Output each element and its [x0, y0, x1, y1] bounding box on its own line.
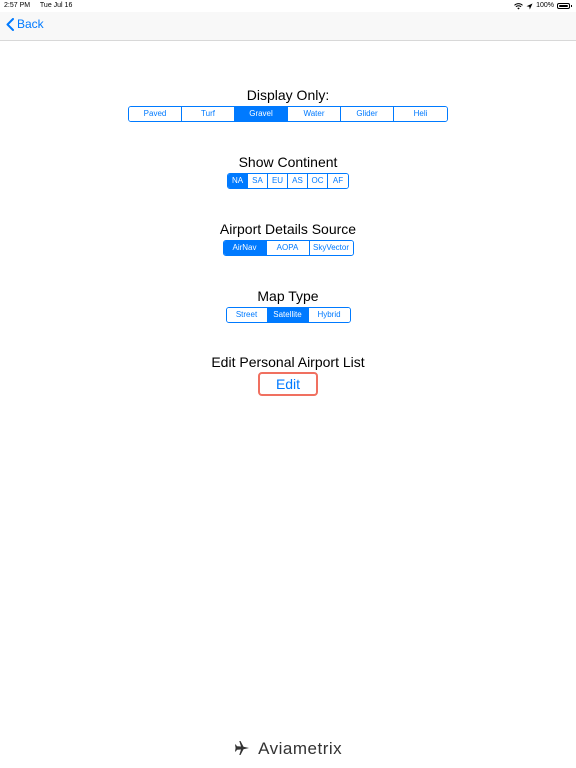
- segment-heli[interactable]: Heli: [394, 107, 447, 121]
- battery-icon: [557, 3, 572, 9]
- location-arrow-icon: [526, 3, 533, 9]
- airplane-icon: [234, 741, 249, 755]
- segment-na[interactable]: NA: [228, 174, 248, 188]
- logo-text: Aviametrix: [258, 739, 343, 758]
- segment-glider[interactable]: Glider: [341, 107, 394, 121]
- segment-oc[interactable]: OC: [308, 174, 328, 188]
- status-time: 2:57 PM: [4, 2, 31, 9]
- status-bar: 2:57 PM Tue Jul 16 100%: [0, 0, 576, 12]
- continent-title: Show Continent: [238, 154, 338, 170]
- navigation-bar: Back: [0, 12, 576, 41]
- personal-list-section: Edit Personal Airport List Edit: [0, 354, 576, 396]
- segment-sa[interactable]: SA: [248, 174, 268, 188]
- segment-street[interactable]: Street: [226, 308, 268, 322]
- display-only-section: Display Only: Paved Turf Gravel Water Glider…: [0, 87, 576, 122]
- continent-section: Show Continent NA SA EU AS OC AF: [0, 154, 576, 189]
- battery-percent: 100%: [536, 2, 554, 9]
- map-type-title: Map Type: [257, 288, 319, 304]
- status-right: 100%: [514, 0, 572, 12]
- map-type-control: Street Satellite Hybrid: [225, 307, 351, 323]
- segment-water[interactable]: Water: [288, 107, 341, 121]
- display-only-title: Display Only:: [246, 87, 330, 103]
- segment-gravel[interactable]: Gravel: [235, 107, 288, 121]
- airport-source-control: AirNav AOPA SkyVector: [222, 240, 354, 256]
- segment-eu[interactable]: EU: [268, 174, 288, 188]
- wifi-icon: [514, 2, 523, 9]
- status-date: Tue Jul 16: [39, 2, 73, 9]
- airport-source-section: Airport Details Source AirNav AOPA SkyVect…: [0, 221, 576, 256]
- segment-aopa[interactable]: AOPA: [266, 241, 310, 255]
- segment-airnav[interactable]: AirNav: [223, 241, 267, 255]
- aviametrix-logo: Aviametrix: [0, 739, 576, 759]
- segment-as[interactable]: AS: [288, 174, 308, 188]
- segment-hybrid[interactable]: Hybrid: [308, 308, 350, 322]
- edit-button[interactable]: Edit: [258, 372, 318, 396]
- airport-source-title: Airport Details Source: [219, 221, 357, 237]
- personal-list-title: Edit Personal Airport List: [211, 354, 365, 370]
- status-left: 2:57 PM Tue Jul 16: [4, 0, 80, 12]
- segment-turf[interactable]: Turf: [182, 107, 235, 121]
- chevron-left-icon: [6, 17, 14, 31]
- continent-control: NA SA EU AS OC AF: [227, 173, 349, 189]
- back-label: Back: [17, 17, 44, 31]
- segment-af[interactable]: AF: [328, 174, 348, 188]
- segment-satellite[interactable]: Satellite: [267, 308, 309, 322]
- display-only-control: Paved Turf Gravel Water Glider Heli: [128, 106, 448, 122]
- back-button[interactable]: Back: [6, 17, 44, 31]
- map-type-section: Map Type Street Satellite Hybrid: [0, 288, 576, 323]
- segment-paved[interactable]: Paved: [129, 107, 182, 121]
- segment-skyvector[interactable]: SkyVector: [309, 241, 353, 255]
